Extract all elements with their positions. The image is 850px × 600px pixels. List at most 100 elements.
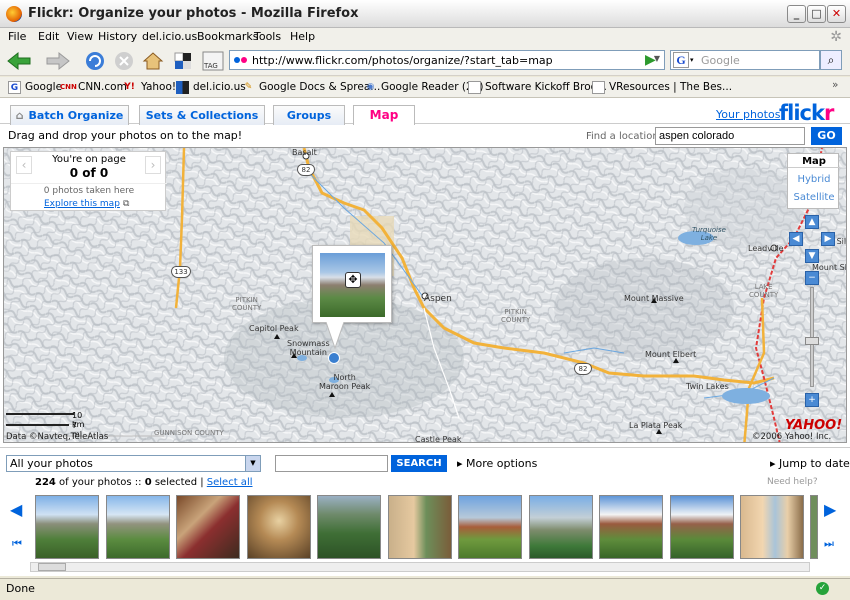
- photo-thumb[interactable]: [458, 495, 522, 559]
- popout-icon[interactable]: ⧉: [123, 199, 129, 209]
- menu-view[interactable]: View: [67, 30, 93, 43]
- selected-text: selected |: [151, 477, 207, 488]
- menu-delicious[interactable]: del.icio.us: [142, 30, 197, 43]
- tab-groups[interactable]: Groups: [273, 105, 345, 125]
- strip-next-icon[interactable]: ▶: [824, 500, 836, 519]
- photo-search-input[interactable]: [275, 455, 388, 472]
- photo-search-button[interactable]: SEARCH: [391, 455, 447, 472]
- find-location-input[interactable]: [655, 127, 805, 145]
- reader-icon: ◉: [366, 82, 375, 92]
- photo-thumb[interactable]: [388, 495, 452, 559]
- bookmark-delicious[interactable]: del.icio.us: [193, 81, 246, 93]
- photo-strip-scrollbar[interactable]: [30, 562, 810, 572]
- pan-down-icon[interactable]: ▼: [805, 249, 819, 263]
- bookmark-google-docs[interactable]: Google Docs & Sprea...: [259, 81, 380, 93]
- photo-thumb[interactable]: [317, 495, 381, 559]
- home-button[interactable]: [142, 50, 164, 72]
- tab-batch-organize[interactable]: ⌂ Batch Organize: [10, 105, 129, 125]
- photo-count-text: of your photos ::: [55, 477, 145, 488]
- more-options-toggle[interactable]: ▸ More options: [457, 457, 537, 470]
- photo-thumb[interactable]: [740, 495, 804, 559]
- go-arrow-icon[interactable]: ▶: [645, 52, 661, 68]
- pan-left-icon[interactable]: ◀: [789, 232, 803, 246]
- bookmark-software-kickoff[interactable]: Software Kickoff Broo...: [485, 81, 607, 93]
- home-icon: ⌂: [15, 109, 24, 122]
- menu-help[interactable]: Help: [290, 30, 315, 43]
- menu-tools[interactable]: Tools: [254, 30, 281, 43]
- search-engine-box[interactable]: G ▾ Google: [670, 50, 820, 70]
- bookmark-google[interactable]: Google: [25, 81, 62, 93]
- back-button[interactable]: [6, 50, 31, 72]
- stop-button[interactable]: [113, 50, 135, 72]
- search-icon[interactable]: ⌕: [820, 50, 842, 70]
- photo-thumb[interactable]: [810, 495, 818, 559]
- search-placeholder: Google: [701, 54, 740, 67]
- photo-strip-scroll-thumb[interactable]: [38, 563, 66, 571]
- bookmark-yahoo[interactable]: Yahoo!: [141, 81, 176, 93]
- photo-set-select[interactable]: All your photos ▼: [6, 455, 261, 472]
- cnn-icon: CNN: [60, 83, 77, 91]
- maximize-button[interactable]: □: [807, 5, 826, 23]
- photo-thumb[interactable]: [529, 495, 593, 559]
- label-gunnison-county: GUNNISON COUNTY: [154, 429, 224, 437]
- menu-edit[interactable]: Edit: [38, 30, 59, 43]
- label-castle-peak: Castle Peak: [415, 435, 462, 443]
- zoom-out-icon[interactable]: −: [805, 271, 819, 285]
- zoom-slider-handle[interactable]: [805, 337, 819, 345]
- explore-map-link[interactable]: Explore this map: [44, 199, 120, 209]
- photo-thumb[interactable]: [670, 495, 734, 559]
- photo-thumb[interactable]: [106, 495, 170, 559]
- label-la-plata-peak: La Plata Peak: [629, 421, 683, 430]
- strip-first-icon[interactable]: ⏮: [12, 537, 22, 551]
- page-icon: [592, 81, 605, 94]
- reload-button[interactable]: [84, 50, 106, 72]
- map-type-map[interactable]: Map: [788, 156, 840, 168]
- photos-taken-here: 0 photos taken here: [11, 183, 167, 196]
- close-button[interactable]: ✕: [827, 5, 846, 23]
- select-all-link[interactable]: Select all: [207, 477, 253, 488]
- menu-bookmarks[interactable]: Bookmarks: [197, 30, 258, 43]
- bookmark-vresources[interactable]: VResources | The Bes...: [609, 81, 732, 93]
- flickr-logo[interactable]: flickr: [779, 101, 834, 125]
- need-help-link[interactable]: Need help?: [767, 477, 818, 487]
- logo-text-a: flick: [779, 101, 825, 125]
- map-type-hybrid[interactable]: Hybrid: [788, 174, 840, 185]
- tab-map[interactable]: Map: [353, 105, 415, 126]
- tag-button[interactable]: TAG: [201, 50, 224, 72]
- map-type-satellite[interactable]: Satellite: [788, 192, 840, 203]
- find-go-button[interactable]: GO: [811, 127, 842, 145]
- firefox-icon: [6, 6, 22, 22]
- photo-thumb[interactable]: [176, 495, 240, 559]
- strip-prev-icon[interactable]: ◀: [10, 500, 22, 519]
- menu-file[interactable]: File: [8, 30, 26, 43]
- forward-button[interactable]: [45, 50, 70, 72]
- photo-thumb[interactable]: [599, 495, 663, 559]
- map-data-credit: Data ©Navteq,TeleAtlas: [6, 432, 109, 442]
- google-icon[interactable]: G: [673, 52, 689, 68]
- map-location-pin-icon[interactable]: [328, 352, 340, 364]
- chevron-down-icon[interactable]: ▼: [245, 456, 260, 471]
- photo-thumb[interactable]: [247, 495, 311, 559]
- photo-popup[interactable]: ✥: [312, 245, 392, 323]
- photo-thumb[interactable]: [35, 495, 99, 559]
- docs-icon: ✎: [244, 82, 253, 92]
- delicious-button[interactable]: [172, 50, 194, 72]
- menu-history[interactable]: History: [98, 30, 137, 43]
- label-mount-elbert: Mount Elbert: [645, 350, 697, 359]
- pan-right-icon[interactable]: ▶: [821, 232, 835, 246]
- label-aspen: Aspen: [424, 294, 452, 304]
- your-photos-link[interactable]: Your photos: [716, 108, 780, 121]
- tab-batch-label: Batch Organize: [28, 109, 124, 122]
- more-options-label: More options: [466, 457, 538, 470]
- address-bar[interactable]: http://www.flickr.com/photos/organize/?s…: [229, 50, 665, 70]
- yahoo-icon: Y!: [124, 82, 135, 92]
- pan-up-icon[interactable]: ▲: [805, 215, 819, 229]
- minimize-button[interactable]: _: [787, 5, 806, 23]
- more-bookmarks-icon[interactable]: »: [832, 79, 838, 91]
- jump-to-date-toggle[interactable]: ▸ Jump to date: [770, 457, 850, 470]
- strip-last-icon[interactable]: ⏭: [824, 537, 834, 551]
- engine-dropdown-icon[interactable]: ▾: [690, 56, 694, 64]
- zoom-in-icon[interactable]: +: [805, 393, 819, 407]
- tab-sets-collections[interactable]: Sets & Collections: [139, 105, 265, 125]
- bookmark-cnn[interactable]: CNN.com: [78, 81, 127, 93]
